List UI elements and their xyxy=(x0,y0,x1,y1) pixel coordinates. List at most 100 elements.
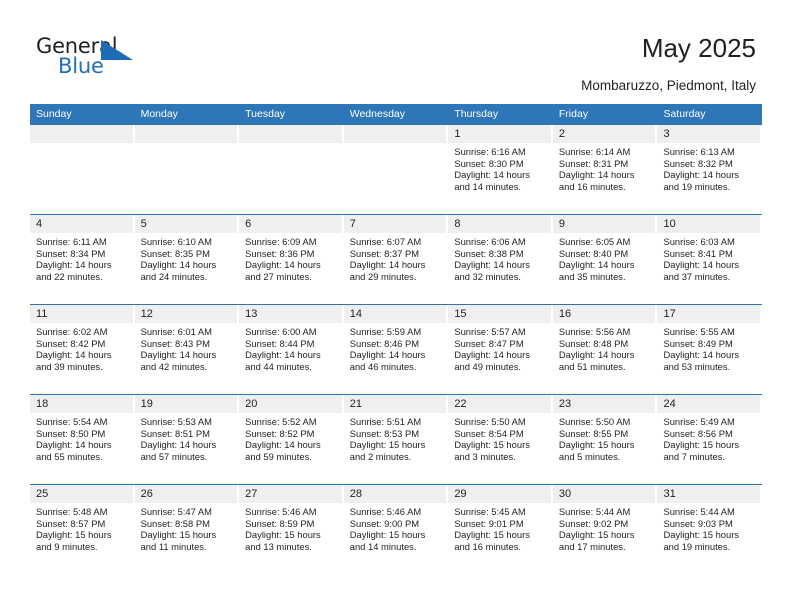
daylight-duration-line2: and 11 minutes. xyxy=(140,540,207,552)
calendar-day-cell[interactable]: 31 Sunrise: 5:44 AM Sunset: 9:03 PM Dayligh… xyxy=(657,485,762,574)
calendar-day-cell[interactable]: 15 Sunrise: 5:57 AM Sunset: 8:47 PM Dayligh… xyxy=(448,305,553,394)
calendar-day-number: 28 xyxy=(343,485,447,503)
sunrise-time: Sunrise: 6:11 AM xyxy=(36,236,107,247)
calendar-day-cell[interactable]: 23 Sunrise: 5:50 AM Sunset: 8:55 PM Dayligh… xyxy=(552,395,658,484)
daylight-duration-line1: Daylight: 14 hours xyxy=(140,349,217,361)
calendar-day-cell[interactable]: 5 Sunrise: 6:10 AM Sunset: 8:35 PM Daylight… xyxy=(134,215,240,304)
calendar-day-sun-info: Sunrise: 5:46 AM Sunset: 9:00 PM Daylight:… xyxy=(344,503,447,552)
sunset-time: Sunset: 9:01 PM xyxy=(454,517,524,529)
calendar-day-sun-info: Sunrise: 5:51 AM Sunset: 8:53 PM Daylight:… xyxy=(344,413,447,462)
calendar-day-cell[interactable]: 24 Sunrise: 5:49 AM Sunset: 8:56 PM Dayligh… xyxy=(657,395,762,484)
calendar-day-cell[interactable]: 21 Sunrise: 5:51 AM Sunset: 8:53 PM Dayligh… xyxy=(343,395,449,484)
sunset-time: Sunset: 8:50 PM xyxy=(36,427,106,439)
calendar-day-cell[interactable]: 8 Sunrise: 6:06 AM Sunset: 8:38 PM Daylight… xyxy=(448,215,553,304)
calendar-day-cell[interactable]: 17 Sunrise: 5:55 AM Sunset: 8:49 PM Dayligh… xyxy=(657,305,762,394)
calendar-day-cell[interactable]: 30 Sunrise: 5:44 AM Sunset: 9:02 PM Dayligh… xyxy=(552,485,658,574)
calendar-day-number: 8 xyxy=(448,215,551,233)
sunrise-time: Sunrise: 5:49 AM xyxy=(663,416,735,427)
daylight-duration-line2: and 44 minutes. xyxy=(245,360,312,372)
sunrise-time: Sunrise: 6:06 AM xyxy=(454,236,526,247)
general-blue-logo[interactable]: General Blue xyxy=(36,36,146,84)
calendar-day-number: 22 xyxy=(448,395,551,413)
calendar-day-cell[interactable]: 16 Sunrise: 5:56 AM Sunset: 8:48 PM Dayligh… xyxy=(552,305,658,394)
calendar-day-sun-info: Sunrise: 5:46 AM Sunset: 8:59 PM Daylight:… xyxy=(239,503,342,552)
sunrise-time: Sunrise: 5:44 AM xyxy=(558,506,631,517)
calendar-day-number: 30 xyxy=(552,485,656,503)
sunset-time: Sunset: 8:57 PM xyxy=(36,517,106,529)
calendar-day-sun-info: Sunrise: 6:07 AM Sunset: 8:37 PM Daylight:… xyxy=(344,233,447,282)
calendar-day-sun-info: Sunrise: 6:01 AM Sunset: 8:43 PM Daylight:… xyxy=(135,323,238,372)
calendar-day-sun-info: Sunrise: 5:50 AM Sunset: 8:54 PM Daylight:… xyxy=(448,413,551,462)
sunset-time: Sunset: 8:31 PM xyxy=(558,157,629,169)
sunset-time: Sunset: 9:03 PM xyxy=(663,517,733,529)
calendar-day-cell[interactable]: 4 Sunrise: 6:11 AM Sunset: 8:34 PM Daylight… xyxy=(30,215,135,304)
calendar-weeks: 1 Sunrise: 6:16 AM Sunset: 8:30 PM Daylight… xyxy=(30,125,762,574)
daylight-duration-line2: and 57 minutes. xyxy=(140,450,208,462)
calendar-day-cell[interactable]: 27 Sunrise: 5:46 AM Sunset: 8:59 PM Dayligh… xyxy=(239,485,344,574)
calendar-day-cell[interactable]: 14 Sunrise: 5:59 AM Sunset: 8:46 PM Dayligh… xyxy=(343,305,449,394)
calendar-day-cell[interactable]: 26 Sunrise: 5:47 AM Sunset: 8:58 PM Dayligh… xyxy=(134,485,240,574)
calendar-day-cell[interactable]: 13 Sunrise: 6:00 AM Sunset: 8:44 PM Dayligh… xyxy=(239,305,344,394)
logo-triangle-icon xyxy=(101,40,133,60)
calendar-page: General Blue May 2025 Mombaruzzo, Piedmo… xyxy=(0,0,792,612)
daylight-duration-line1: Daylight: 14 hours xyxy=(245,259,321,271)
calendar-day-cell[interactable]: 1 Sunrise: 6:16 AM Sunset: 8:30 PM Daylight… xyxy=(448,125,553,214)
daylight-duration-line2: and 14 minutes. xyxy=(349,540,417,552)
sunset-time: Sunset: 8:48 PM xyxy=(558,337,629,349)
daylight-duration-line2: and 37 minutes. xyxy=(663,270,731,282)
calendar-day-cell[interactable]: 11 Sunrise: 6:02 AM Sunset: 8:42 PM Dayligh… xyxy=(30,305,135,394)
calendar-day-cell-empty xyxy=(239,125,344,214)
calendar-day-number: 27 xyxy=(239,485,342,503)
calendar-day-cell[interactable]: 12 Sunrise: 6:01 AM Sunset: 8:43 PM Dayligh… xyxy=(134,305,240,394)
daylight-duration-line2: and 2 minutes. xyxy=(349,450,412,462)
calendar-day-number: 18 xyxy=(30,395,133,413)
calendar-day-cell[interactable]: 28 Sunrise: 5:46 AM Sunset: 9:00 PM Dayligh… xyxy=(343,485,449,574)
calendar-day-number: 11 xyxy=(30,305,133,323)
sunset-time: Sunset: 8:37 PM xyxy=(349,247,420,259)
daylight-duration-line1: Daylight: 15 hours xyxy=(663,529,740,541)
daylight-duration-line1: Daylight: 14 hours xyxy=(663,169,740,181)
sunrise-time: Sunrise: 6:07 AM xyxy=(349,236,422,247)
sunrise-time: Sunrise: 5:46 AM xyxy=(245,506,317,517)
sunrise-time: Sunrise: 6:16 AM xyxy=(454,146,526,157)
calendar-day-number: 15 xyxy=(448,305,551,323)
calendar-day-sun-info: Sunrise: 6:06 AM Sunset: 8:38 PM Daylight:… xyxy=(448,233,551,282)
calendar-week-row: 4 Sunrise: 6:11 AM Sunset: 8:34 PM Daylight… xyxy=(30,214,762,304)
logo-text-blue: Blue xyxy=(58,54,104,78)
calendar-day-number: 14 xyxy=(343,305,447,323)
calendar-day-cell[interactable]: 20 Sunrise: 5:52 AM Sunset: 8:52 PM Dayligh… xyxy=(239,395,344,484)
calendar-day-cell[interactable]: 3 Sunrise: 6:13 AM Sunset: 8:32 PM Daylight… xyxy=(657,125,762,214)
sunrise-time: Sunrise: 5:55 AM xyxy=(663,326,735,337)
calendar-day-number: 4 xyxy=(30,215,133,233)
calendar-day-cell[interactable]: 9 Sunrise: 6:05 AM Sunset: 8:40 PM Daylight… xyxy=(552,215,658,304)
calendar-day-cell[interactable]: 29 Sunrise: 5:45 AM Sunset: 9:01 PM Dayligh… xyxy=(448,485,553,574)
sunset-time: Sunset: 8:53 PM xyxy=(349,427,420,439)
calendar-day-number: 31 xyxy=(657,485,761,503)
daylight-duration-line2: and 27 minutes. xyxy=(245,270,312,282)
sunset-time: Sunset: 8:47 PM xyxy=(454,337,524,349)
calendar-day-cell[interactable]: 7 Sunrise: 6:07 AM Sunset: 8:37 PM Daylight… xyxy=(343,215,449,304)
sunrise-time: Sunrise: 5:50 AM xyxy=(454,416,526,427)
page-subtitle-location: Mombaruzzo, Piedmont, Italy xyxy=(581,78,756,93)
calendar-day-number xyxy=(134,125,238,143)
calendar-day-cell[interactable]: 22 Sunrise: 5:50 AM Sunset: 8:54 PM Dayligh… xyxy=(448,395,553,484)
sunrise-time: Sunrise: 5:44 AM xyxy=(663,506,735,517)
calendar-day-cell[interactable]: 2 Sunrise: 6:14 AM Sunset: 8:31 PM Daylight… xyxy=(552,125,658,214)
daylight-duration-line2: and 16 minutes. xyxy=(558,180,626,192)
calendar-day-number: 19 xyxy=(134,395,238,413)
calendar-day-number: 2 xyxy=(552,125,656,143)
calendar-day-number: 13 xyxy=(239,305,342,323)
calendar-day-sun-info: Sunrise: 6:16 AM Sunset: 8:30 PM Daylight:… xyxy=(448,143,551,192)
weekday-header-tuesday: Tuesday xyxy=(245,108,286,120)
calendar-day-cell[interactable]: 6 Sunrise: 6:09 AM Sunset: 8:36 PM Daylight… xyxy=(239,215,344,304)
sunset-time: Sunset: 8:51 PM xyxy=(140,427,210,439)
calendar-day-cell[interactable]: 18 Sunrise: 5:54 AM Sunset: 8:50 PM Dayligh… xyxy=(30,395,135,484)
calendar-day-cell[interactable]: 19 Sunrise: 5:53 AM Sunset: 8:51 PM Dayligh… xyxy=(134,395,240,484)
daylight-duration-line2: and 19 minutes. xyxy=(663,540,731,552)
calendar-day-cell[interactable]: 25 Sunrise: 5:48 AM Sunset: 8:57 PM Dayligh… xyxy=(30,485,135,574)
calendar-day-cell[interactable]: 10 Sunrise: 6:03 AM Sunset: 8:41 PM Dayligh… xyxy=(657,215,762,304)
calendar-day-number: 17 xyxy=(657,305,761,323)
sunset-time: Sunset: 8:56 PM xyxy=(663,427,733,439)
daylight-duration-line2: and 9 minutes. xyxy=(36,540,98,552)
calendar-day-sun-info: Sunrise: 5:47 AM Sunset: 8:58 PM Daylight:… xyxy=(135,503,238,552)
